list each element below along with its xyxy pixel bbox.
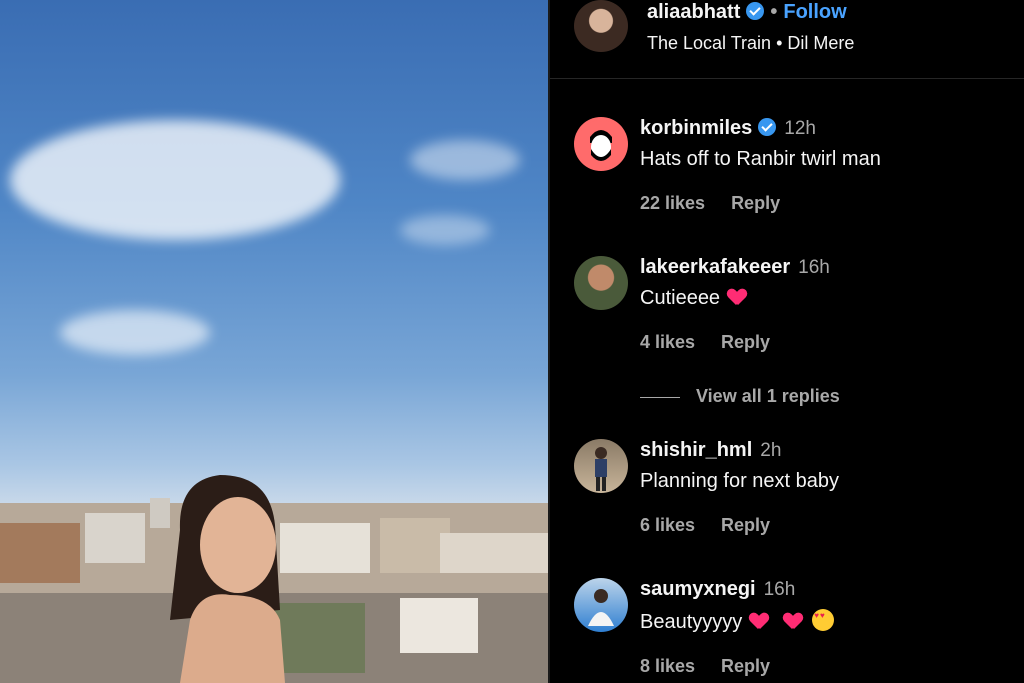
author-avatar[interactable] [574, 0, 628, 52]
reply-button[interactable]: Reply [721, 332, 770, 352]
comment-text: Planning for next baby [640, 470, 840, 492]
reply-button[interactable]: Reply [721, 515, 770, 535]
comment-username[interactable]: korbinmiles [640, 117, 752, 139]
separator-dot: • [770, 1, 778, 23]
comment-username[interactable]: saumyxnegi [640, 578, 756, 600]
comment-time: 16h [798, 257, 830, 278]
verified-icon [758, 118, 777, 136]
commenter-avatar[interactable] [574, 117, 628, 171]
comment-likes[interactable]: 6 likes [640, 515, 695, 535]
person-icon [595, 447, 607, 491]
cloud [400, 215, 490, 245]
comment-username[interactable]: lakeerkafakeeer [640, 256, 790, 278]
comment-time: 2h [760, 440, 782, 461]
comments-panel: aliaabhatt • Follow The Local Train • Dil … [550, 0, 1024, 683]
audio-track[interactable]: The Local Train • Dil Mere [647, 33, 854, 54]
comment-time: 12h [784, 118, 816, 139]
comment-likes[interactable]: 4 likes [640, 332, 695, 352]
comment-text: Cutieeee [640, 287, 721, 309]
heart-eyes-emoji-icon [812, 609, 835, 631]
view-replies-button[interactable]: View all 1 replies [640, 386, 840, 407]
comment-text: Beautyyyyy [640, 611, 743, 633]
view-replies-label: View all 1 replies [696, 386, 840, 406]
cloud [10, 120, 340, 240]
heart-emoji-icon [728, 289, 746, 305]
author-row: aliaabhatt • Follow [647, 0, 847, 24]
comment-likes[interactable]: 8 likes [640, 656, 695, 676]
comment-time: 16h [763, 579, 796, 600]
comment-likes[interactable]: 22 likes [640, 193, 705, 213]
commenter-avatar[interactable] [574, 439, 628, 493]
post-header: aliaabhatt • Follow The Local Train • Dil … [550, 0, 1024, 79]
commenter-avatar[interactable] [574, 256, 628, 310]
heart-emoji-icon [750, 613, 768, 629]
reply-button[interactable]: Reply [721, 656, 770, 676]
verified-icon [746, 2, 765, 20]
heart-emoji-icon [784, 613, 802, 629]
person-icon [588, 589, 614, 626]
reply-button[interactable]: Reply [731, 193, 780, 213]
commenter-avatar[interactable] [574, 578, 628, 632]
cloud [410, 140, 520, 180]
follow-button[interactable]: Follow [783, 1, 846, 23]
author-username[interactable]: aliaabhatt [647, 1, 740, 23]
replies-line [640, 396, 680, 398]
cloud [60, 310, 210, 355]
person-photo [170, 475, 285, 683]
comment-username[interactable]: shishir_hml [640, 439, 752, 461]
post-photo[interactable] [0, 0, 548, 683]
face-icon [577, 120, 625, 168]
comment-text: Hats off to Ranbir twirl man [640, 148, 881, 170]
